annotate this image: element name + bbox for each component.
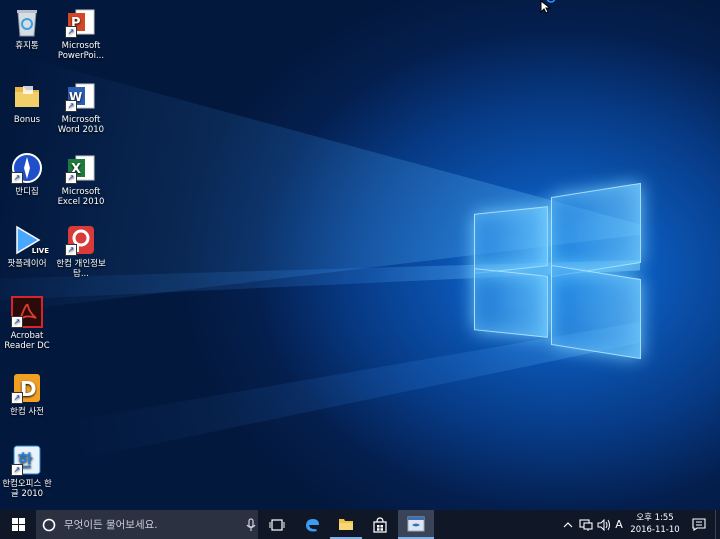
desktop[interactable]: 휴지통 Bonus ↗ 반디집 LIVE 팟플레이어 ↗ Acrobat Rea… <box>0 0 720 510</box>
action-center-button[interactable] <box>686 510 712 539</box>
clock-date: 2016-11-10 <box>630 525 680 535</box>
network-icon <box>579 518 593 531</box>
desktop-icon-powerpoint[interactable]: P ↗ Microsoft PowerPoi... <box>54 6 108 61</box>
powerpoint-icon: P ↗ <box>65 6 97 38</box>
shortcut-arrow-icon: ↗ <box>11 392 23 404</box>
shortcut-arrow-icon: ↗ <box>11 316 23 328</box>
desktop-icon-label: 한컴 개인정보탐... <box>56 259 106 279</box>
desktop-icon-hancom-dictionary[interactable]: D ↗ 한컴 사전 <box>0 372 54 417</box>
edge-icon <box>306 518 319 531</box>
desktop-icon-recycle-bin[interactable]: 휴지통 <box>0 6 54 51</box>
taskbar-app-edge[interactable] <box>296 510 328 539</box>
speaker-icon <box>597 518 610 531</box>
show-desktop-button[interactable] <box>715 510 720 539</box>
desktop-icon-label: 반디집 <box>15 187 39 197</box>
desktop-icon-label: 팟플레이어 <box>7 259 47 269</box>
desktop-icon-bonus[interactable]: Bonus <box>0 80 54 125</box>
input-method-indicator[interactable]: A <box>612 510 626 539</box>
word-icon: W ↗ <box>65 80 97 112</box>
cortana-icon <box>42 518 56 531</box>
search-box[interactable] <box>36 510 258 539</box>
shortcut-arrow-icon: ↗ <box>11 172 23 184</box>
desktop-icon-potplayer[interactable]: LIVE 팟플레이어 <box>0 224 54 269</box>
notification-icon <box>692 518 706 531</box>
windows-logo-pane <box>551 182 641 278</box>
desktop-icon-label: Acrobat Reader DC <box>4 331 50 351</box>
desktop-icon-label: 한컴오피스 한글 2010 <box>2 479 52 499</box>
potplayer-icon: LIVE <box>11 224 49 256</box>
volume-button[interactable] <box>596 510 612 539</box>
store-icon <box>373 516 387 533</box>
shortcut-arrow-icon: ↗ <box>65 244 77 256</box>
network-button[interactable] <box>578 510 594 539</box>
task-view-icon <box>269 518 285 531</box>
hancom-dictionary-icon: D ↗ <box>11 372 43 404</box>
taskbar-app-file-explorer[interactable] <box>330 510 362 539</box>
recycle-bin-icon <box>11 6 43 38</box>
windows-logo-pane <box>551 264 641 360</box>
active-app-icon <box>407 516 425 531</box>
hancom-privacy-icon: ↗ <box>65 224 97 256</box>
clock-time: 오후 1:55 <box>636 513 674 523</box>
clock[interactable]: 오후 1:55 2016-11-10 <box>628 512 682 538</box>
windows-logo-pane <box>474 206 548 274</box>
desktop-icon-word[interactable]: W ↗ Microsoft Word 2010 <box>54 80 108 135</box>
microphone-icon[interactable] <box>246 517 256 532</box>
desktop-icon-label: 휴지통 <box>15 41 39 51</box>
desktop-icon-hancom-office[interactable]: 한 ↗ 한컴오피스 한글 2010 <box>0 444 54 499</box>
desktop-icon-label: 한컴 사전 <box>10 407 44 417</box>
hancom-office-icon: 한 ↗ <box>11 444 43 476</box>
desktop-icon-excel[interactable]: X ↗ Microsoft Excel 2010 <box>54 152 108 207</box>
desktop-icon-bandizip[interactable]: ↗ 반디집 <box>0 152 54 197</box>
search-input[interactable] <box>62 517 236 532</box>
desktop-icon-label: Microsoft Excel 2010 <box>57 187 105 207</box>
desktop-icon-label: Microsoft PowerPoi... <box>57 41 105 61</box>
start-button[interactable] <box>0 510 36 539</box>
desktop-icon-hancom-privacy[interactable]: ↗ 한컴 개인정보탐... <box>54 224 108 279</box>
excel-icon: X ↗ <box>65 152 97 184</box>
live-badge: LIVE <box>31 247 49 255</box>
folder-icon <box>11 80 43 112</box>
busy-icon <box>546 0 556 3</box>
windows-logo-pane <box>474 268 548 338</box>
shortcut-arrow-icon: ↗ <box>11 464 23 476</box>
task-view-button[interactable] <box>262 510 292 539</box>
taskbar: A 오후 1:55 2016-11-10 <box>0 510 720 539</box>
taskbar-app-store[interactable] <box>364 510 396 539</box>
desktop-icon-label: Microsoft Word 2010 <box>57 115 105 135</box>
bandizip-icon: ↗ <box>11 152 43 184</box>
shortcut-arrow-icon: ↗ <box>65 26 77 38</box>
taskbar-app-active[interactable] <box>398 510 434 539</box>
file-explorer-icon <box>339 518 353 530</box>
acrobat-icon: ↗ <box>11 296 43 328</box>
desktop-icon-label: Bonus <box>13 115 41 125</box>
shortcut-arrow-icon: ↗ <box>65 100 77 112</box>
show-hidden-icons-button[interactable] <box>561 510 575 539</box>
desktop-icon-acrobat[interactable]: ↗ Acrobat Reader DC <box>0 296 54 351</box>
chevron-up-icon <box>563 521 573 527</box>
shortcut-arrow-icon: ↗ <box>65 172 77 184</box>
windows-start-icon <box>11 518 25 531</box>
